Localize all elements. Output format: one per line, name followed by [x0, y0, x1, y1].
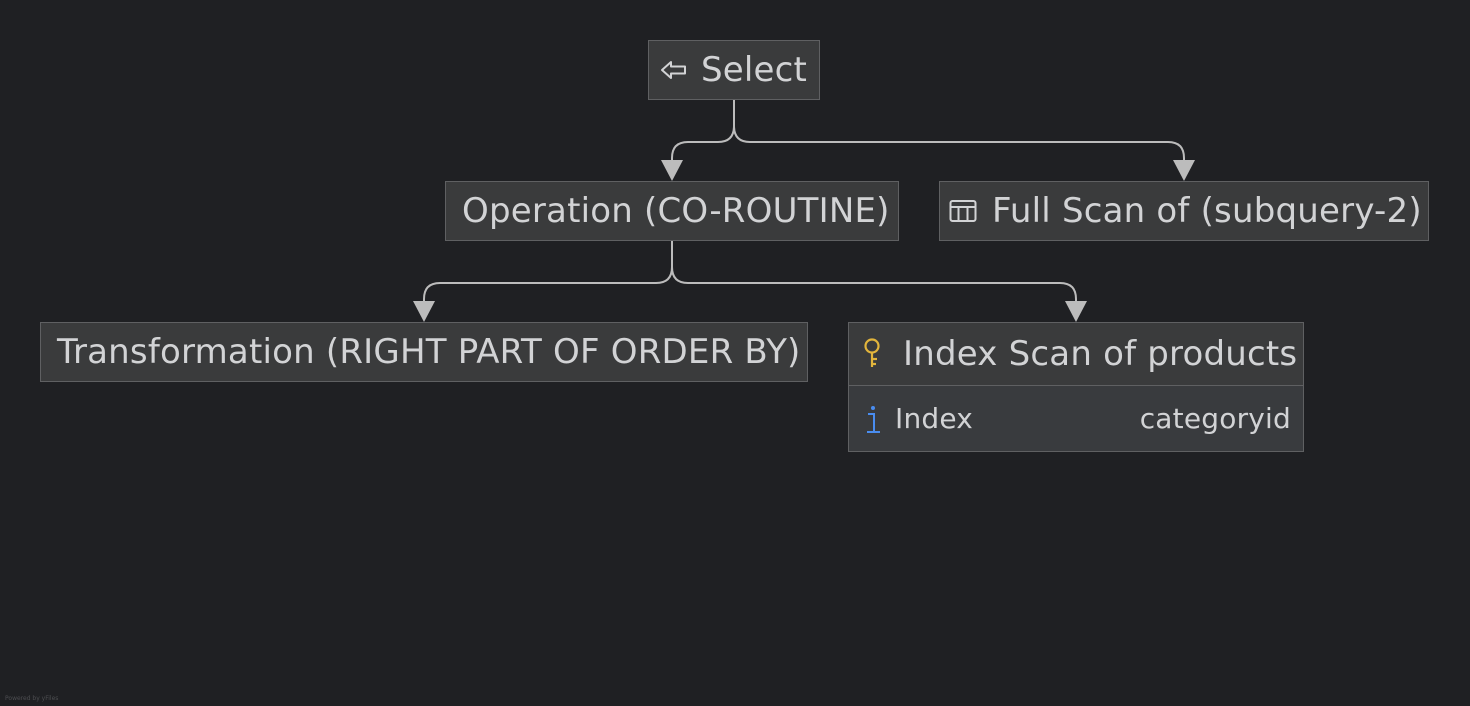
edge-arrowhead [661, 160, 683, 181]
node-select-header: Select [649, 41, 819, 99]
node-operation-header: Operation (CO-ROUTINE) [446, 182, 898, 240]
query-plan-diagram: Select Operation (CO-ROUTINE) Full Scan … [0, 0, 1470, 706]
edge-select-to-operation [671, 100, 735, 163]
property-value: categoryid [1139, 402, 1291, 435]
node-index-scan[interactable]: Index Scan of products Index categoryid [848, 322, 1304, 452]
node-transformation-label: Transformation (RIGHT PART OF ORDER BY) [57, 332, 801, 372]
edge-select-to-full-scan [733, 100, 1185, 163]
edge-arrowhead [1173, 160, 1195, 181]
table-icon [948, 196, 978, 226]
node-full-scan-header: Full Scan of (subquery-2) [940, 182, 1428, 240]
node-select-label: Select [701, 50, 808, 90]
node-index-scan-label: Index Scan of products [903, 334, 1298, 374]
node-full-scan-label: Full Scan of (subquery-2) [992, 191, 1422, 231]
node-operation[interactable]: Operation (CO-ROUTINE) [445, 181, 899, 241]
key-icon [861, 337, 887, 371]
node-operation-label: Operation (CO-ROUTINE) [462, 191, 890, 231]
edge-operation-to-index-scan [671, 241, 1077, 304]
node-full-scan[interactable]: Full Scan of (subquery-2) [939, 181, 1429, 241]
edge-operation-to-transformation [423, 241, 673, 304]
return-arrow-icon [659, 55, 689, 85]
node-transformation[interactable]: Transformation (RIGHT PART OF ORDER BY) [40, 322, 808, 382]
property-name: Index [895, 402, 974, 435]
watermark: Powered by yFiles [5, 695, 59, 702]
node-property-row: Index categoryid [849, 386, 1303, 451]
node-select[interactable]: Select [648, 40, 820, 100]
node-transformation-header: Transformation (RIGHT PART OF ORDER BY) [41, 323, 807, 381]
edge-arrowhead [1065, 301, 1087, 322]
edge-arrowhead [413, 301, 435, 322]
info-icon [863, 402, 883, 436]
node-index-scan-header: Index Scan of products [849, 323, 1303, 385]
